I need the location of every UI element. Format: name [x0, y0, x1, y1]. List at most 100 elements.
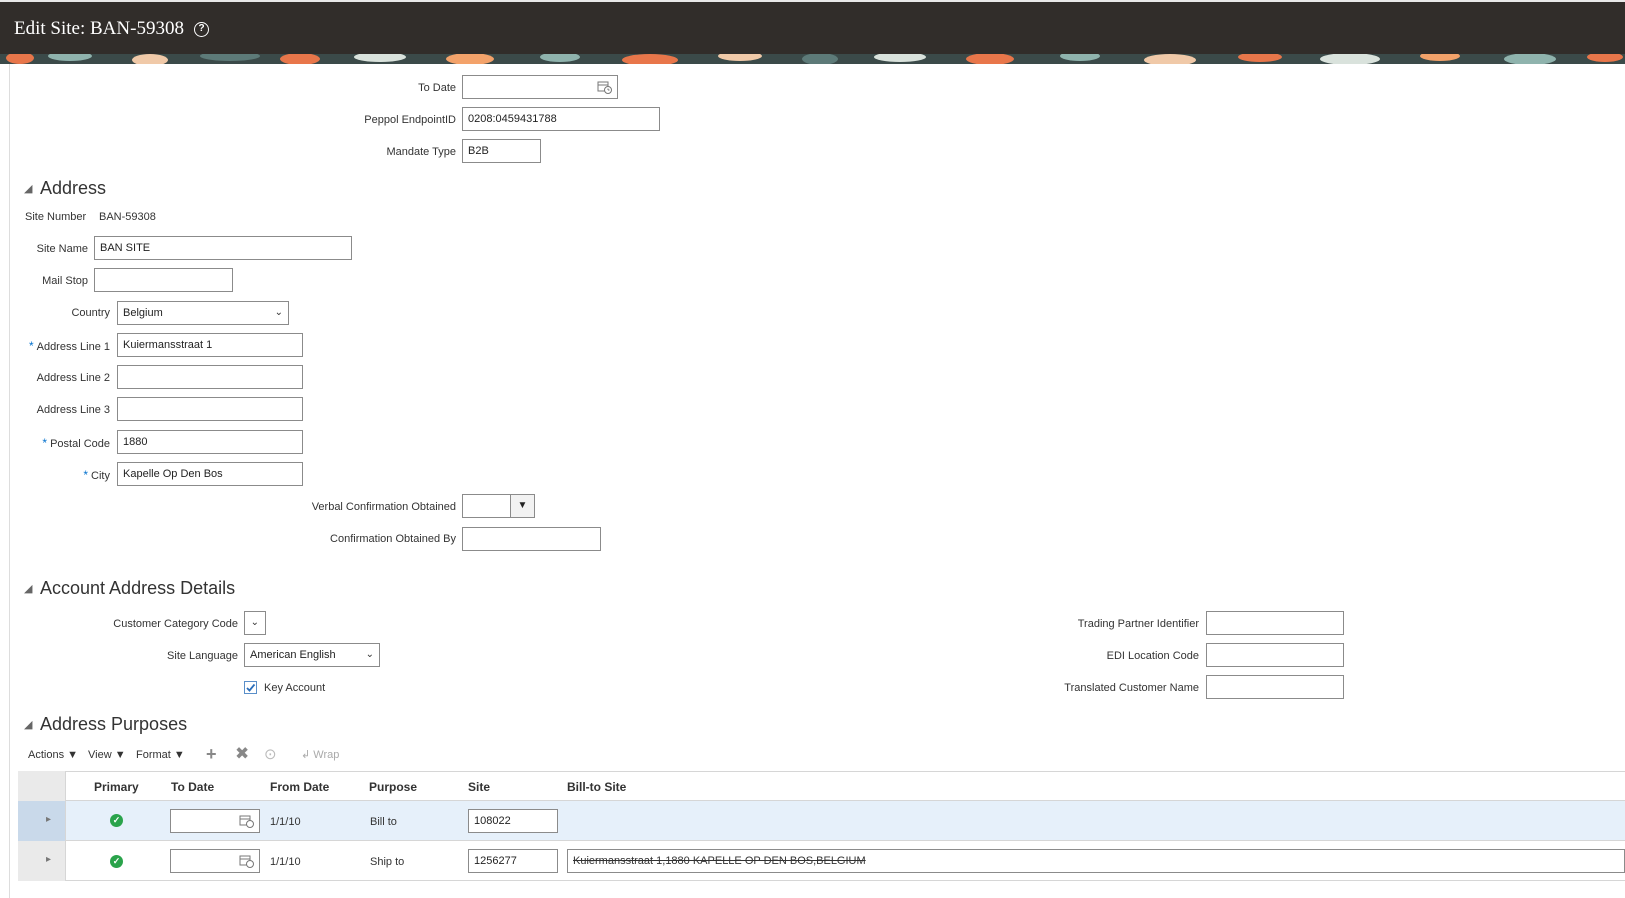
primary-check-icon: ✓ — [110, 855, 123, 868]
mandate-type-input[interactable]: B2B — [462, 139, 541, 163]
to-date-input[interactable] — [462, 75, 618, 99]
row-purpose: Bill to — [370, 816, 397, 828]
row-site-input[interactable]: 1256277 — [468, 849, 558, 873]
country-value: Belgium — [123, 307, 163, 319]
calendar-icon[interactable] — [597, 80, 612, 94]
row-from-date: 1/1/10 — [270, 856, 301, 868]
dropdown-arrow-icon[interactable]: ▼ — [510, 495, 534, 517]
site-number-label: Site Number — [25, 211, 87, 223]
caret-down-icon: ▼ — [67, 749, 79, 761]
required-marker: * — [42, 436, 48, 450]
caret-down-icon: ▼ — [114, 749, 126, 761]
site-language-select[interactable]: American English ⌄ — [244, 643, 380, 667]
peppol-value: 0208:0459431788 — [468, 113, 557, 125]
city-value: Kapelle Op Den Bos — [123, 468, 223, 480]
row-purpose: Ship to — [370, 856, 405, 868]
row-to-date-input[interactable] — [170, 809, 260, 833]
city-label-text: City — [91, 470, 110, 482]
city-input[interactable]: Kapelle Op Den Bos — [117, 462, 303, 486]
edi-location-label: EDI Location Code — [1106, 650, 1199, 662]
address-line-1-label-text: Address Line 1 — [36, 341, 110, 353]
wrap-label: Wrap — [313, 749, 340, 761]
verbal-confirmation-label: Verbal Confirmation Obtained — [311, 501, 456, 513]
delete-row-icon[interactable]: ✖ — [235, 744, 249, 764]
customer-category-label: Customer Category Code — [113, 618, 238, 630]
expand-row-icon[interactable]: ▸ — [46, 814, 51, 825]
address-line-1-input[interactable]: Kuiermansstraat 1 — [117, 333, 303, 357]
verbal-confirmation-select[interactable]: ▼ — [462, 494, 535, 518]
format-menu[interactable]: Format ▼ — [136, 749, 185, 761]
collapse-purposes-icon[interactable]: ◢ — [24, 718, 32, 731]
peppol-label: Peppol EndpointID — [364, 114, 456, 126]
row-site-value: 108022 — [474, 815, 511, 827]
address-line-1-label: * Address Line 1 — [29, 339, 110, 353]
format-menu-label: Format — [136, 749, 171, 761]
page-title: Edit Site: BAN-59308 — [14, 18, 184, 39]
calendar-icon[interactable] — [239, 854, 254, 868]
question-circle-icon[interactable]: ? — [194, 22, 209, 37]
view-menu-label: View — [88, 749, 112, 761]
address-line-2-input[interactable] — [117, 365, 303, 389]
row-bill-to-site-value: Kuiermansstraat 1,1880 KAPELLE OP DEN BO… — [573, 855, 866, 867]
address-line-3-input[interactable] — [117, 397, 303, 421]
caret-down-icon: ▼ — [173, 749, 185, 761]
address-line-3-label: Address Line 3 — [36, 404, 110, 416]
address-section-title: Address — [40, 178, 107, 198]
postal-code-label: * Postal Code — [42, 436, 110, 450]
grid-header — [18, 771, 1625, 801]
country-select[interactable]: Belgium ⌄ — [117, 301, 289, 325]
mandate-type-value: B2B — [468, 145, 489, 157]
required-marker: * — [28, 339, 34, 353]
confirmation-by-label: Confirmation Obtained By — [330, 533, 456, 545]
collapse-account-details-icon[interactable]: ◢ — [24, 582, 32, 595]
primary-check-icon: ✓ — [110, 814, 123, 827]
site-language-label: Site Language — [167, 650, 238, 662]
mail-stop-label: Mail Stop — [42, 275, 88, 287]
edi-location-input[interactable] — [1206, 643, 1344, 667]
view-menu[interactable]: View ▼ — [88, 749, 126, 761]
site-number-value: BAN-59308 — [99, 211, 156, 223]
site-name-input[interactable]: BAN SITE — [94, 236, 352, 260]
translated-name-input[interactable] — [1206, 675, 1344, 699]
row-bill-to-site-input[interactable]: Kuiermansstraat 1,1880 KAPELLE OP DEN BO… — [567, 849, 1625, 873]
site-language-value: American English — [250, 649, 336, 661]
grid-corner — [18, 771, 66, 801]
column-header-primary[interactable]: Primary — [94, 780, 139, 794]
chevron-down-icon: ⌄ — [250, 617, 259, 628]
to-date-label: To Date — [418, 82, 456, 94]
check-circle-icon[interactable]: ⊙ — [264, 745, 277, 763]
country-label: Country — [71, 307, 110, 319]
row-header[interactable]: ▸ — [18, 801, 66, 841]
key-account-checkbox[interactable] — [244, 681, 257, 694]
add-row-icon[interactable]: + — [206, 744, 217, 765]
column-header-purpose[interactable]: Purpose — [369, 780, 417, 794]
peppol-input[interactable]: 0208:0459431788 — [462, 107, 660, 131]
actions-menu-label: Actions — [28, 749, 65, 761]
column-header-from-date[interactable]: From Date — [270, 780, 329, 794]
expand-row-icon[interactable]: ▸ — [46, 854, 51, 865]
postal-code-input[interactable]: 1880 — [117, 430, 303, 454]
confirmation-by-input[interactable] — [462, 527, 601, 551]
trading-partner-input[interactable] — [1206, 611, 1344, 635]
chevron-down-icon: ⌄ — [365, 649, 374, 660]
row-header[interactable]: ▸ — [18, 841, 66, 881]
actions-menu[interactable]: Actions ▼ — [28, 749, 78, 761]
column-header-site[interactable]: Site — [468, 780, 490, 794]
calendar-icon[interactable] — [239, 814, 254, 828]
customer-category-select[interactable]: ⌄ — [244, 611, 266, 635]
row-to-date-input[interactable] — [170, 849, 260, 873]
wrap-icon: ↲ — [301, 749, 311, 761]
required-marker: * — [83, 468, 89, 482]
column-header-bill-to-site[interactable]: Bill-to Site — [567, 780, 626, 794]
row-site-input[interactable]: 108022 — [468, 809, 558, 833]
collapse-address-icon[interactable]: ◢ — [24, 182, 32, 195]
translated-name-label: Translated Customer Name — [1064, 682, 1199, 694]
row-site-value: 1256277 — [474, 855, 517, 867]
address-line-2-label: Address Line 2 — [36, 372, 110, 384]
account-details-section-title: Account Address Details — [40, 578, 236, 598]
column-header-to-date[interactable]: To Date — [171, 780, 214, 794]
decorative-banner — [0, 54, 1625, 64]
city-label: * City — [83, 468, 110, 482]
wrap-button[interactable]: ↲ Wrap — [301, 748, 339, 761]
mail-stop-input[interactable] — [94, 268, 233, 292]
